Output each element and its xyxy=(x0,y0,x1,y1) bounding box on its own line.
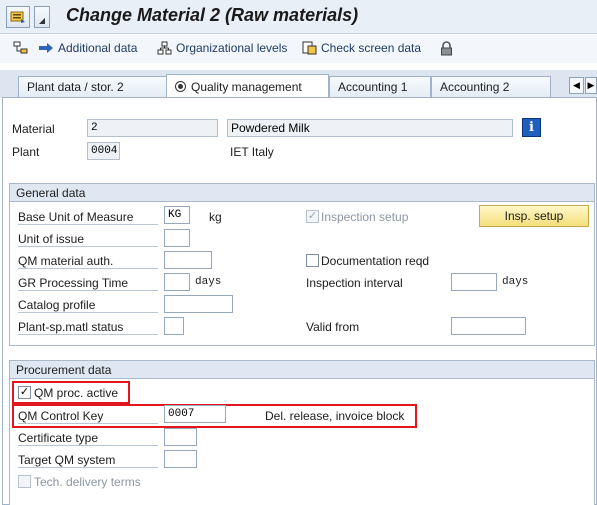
organizational-levels-button[interactable]: Organizational levels xyxy=(157,41,287,55)
check-screen-data-button[interactable]: Check screen data xyxy=(302,41,421,55)
other-material-button[interactable] xyxy=(13,41,29,55)
gr-processing-time-label: GR Processing Time xyxy=(18,276,158,291)
info-icon: i xyxy=(529,120,534,135)
lock-button[interactable] xyxy=(440,41,453,56)
organizational-levels-label: Organizational levels xyxy=(176,41,288,55)
qm-proc-active-label: QM proc. active xyxy=(34,386,119,400)
check-screen-data-label: Check screen data xyxy=(321,41,422,55)
insp-setup-button[interactable]: Insp. setup xyxy=(479,205,589,227)
additional-data-label: Additional data xyxy=(58,41,138,55)
lock-icon xyxy=(441,41,452,56)
triangle-left-icon: ◀ xyxy=(573,80,580,90)
material-label: Material xyxy=(12,122,55,136)
gr-days-text: days xyxy=(195,276,222,288)
menu-dropdown-button[interactable]: ◢ xyxy=(34,6,50,28)
catalog-profile-label: Catalog profile xyxy=(18,298,158,313)
qm-material-auth-label: QM material auth. xyxy=(18,254,158,269)
inspection-setup-label: Inspection setup xyxy=(321,210,409,224)
plant-description: IET Italy xyxy=(230,145,274,159)
catalog-profile-field[interactable] xyxy=(164,295,233,313)
tab-active-marker-icon xyxy=(175,81,186,92)
qm-material-auth-field[interactable] xyxy=(164,251,212,269)
certificate-type-field[interactable] xyxy=(164,428,197,446)
org-structure-icon xyxy=(157,41,172,55)
tab-scroll-right-button[interactable]: ▶ xyxy=(585,77,597,94)
documentation-reqd-label: Documentation reqd xyxy=(321,254,430,268)
check-screen-icon xyxy=(302,41,317,55)
plant-field[interactable]: 0004 xyxy=(87,142,120,160)
dropdown-arrow-icon: ◢ xyxy=(38,16,46,25)
valid-from-label: Valid from xyxy=(306,320,360,334)
plant-label: Plant xyxy=(12,145,40,159)
material-description-field[interactable]: Powdered Milk xyxy=(227,119,513,137)
tab-plant-data-stor-2[interactable]: Plant data / stor. 2 xyxy=(18,76,168,97)
plant-sp-matl-status-field[interactable] xyxy=(164,317,184,335)
qm-proc-active-checkbox[interactable]: ✓ xyxy=(18,386,31,399)
tab-accounting-1[interactable]: Accounting 1 xyxy=(329,76,431,97)
inspection-interval-field[interactable] xyxy=(451,273,497,291)
arrow-right-icon xyxy=(39,43,53,53)
target-qm-system-label: Target QM system xyxy=(18,453,158,468)
tab-scroll-left-button[interactable]: ◀ xyxy=(569,77,584,94)
inspection-interval-label: Inspection interval xyxy=(306,276,403,290)
documentation-reqd-checkbox[interactable] xyxy=(306,254,319,267)
checkmark-icon: ✓ xyxy=(19,386,30,398)
plant-sp-matl-status-label: Plant-sp.matl status xyxy=(18,320,158,335)
valid-from-field[interactable] xyxy=(451,317,526,335)
checkmark-icon: ✓ xyxy=(307,210,318,222)
tab-label: Accounting 2 xyxy=(440,80,510,94)
tab-label: Plant data / stor. 2 xyxy=(27,80,124,94)
additional-data-button[interactable]: Additional data xyxy=(38,41,137,55)
qm-control-key-text: Del. release, invoice block xyxy=(265,409,405,423)
inspection-days-text: days xyxy=(502,276,529,288)
qm-control-key-field[interactable]: 0007 xyxy=(164,405,226,423)
tab-accounting-2[interactable]: Accounting 2 xyxy=(431,76,551,97)
target-qm-system-field[interactable] xyxy=(164,450,197,468)
material-field[interactable]: 2 xyxy=(87,119,218,137)
tab-quality-management[interactable]: Quality management xyxy=(166,74,329,98)
window-title: Change Material 2 (Raw materials) xyxy=(66,5,359,25)
triangle-right-icon: ▶ xyxy=(587,80,595,90)
info-button[interactable]: i xyxy=(522,118,541,137)
unit-of-issue-field[interactable] xyxy=(164,229,190,247)
menu-icon xyxy=(10,11,25,23)
unit-of-issue-label: Unit of issue xyxy=(18,232,158,247)
procurement-data-title: Procurement data xyxy=(10,361,594,379)
base-uom-label: Base Unit of Measure xyxy=(18,210,158,225)
tech-delivery-terms-checkbox[interactable] xyxy=(18,475,31,488)
inspection-setup-checkbox[interactable]: ✓ xyxy=(306,210,319,223)
tech-delivery-terms-label: Tech. delivery terms xyxy=(34,475,141,489)
certificate-type-label: Certificate type xyxy=(18,431,158,446)
tab-label: Quality management xyxy=(191,79,302,94)
hierarchy-icon xyxy=(13,41,28,54)
gr-processing-time-field[interactable] xyxy=(164,273,190,291)
base-uom-text: kg xyxy=(209,210,222,224)
tab-label: Accounting 1 xyxy=(338,80,408,94)
qm-control-key-label: QM Control Key xyxy=(18,409,158,424)
menu-button[interactable] xyxy=(6,6,30,28)
base-uom-field[interactable]: KG xyxy=(164,206,190,224)
general-data-title: General data xyxy=(10,184,594,202)
